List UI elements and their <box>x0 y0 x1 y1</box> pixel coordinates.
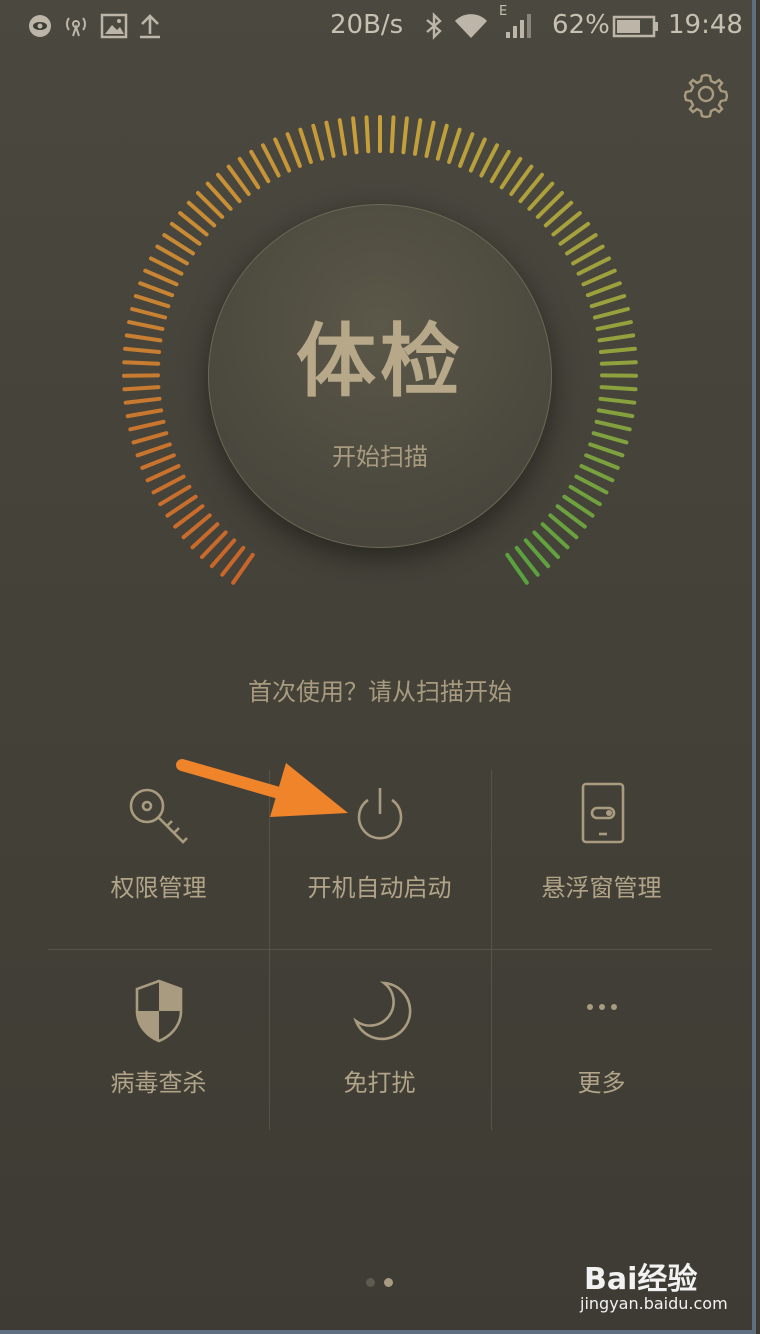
dial-tick <box>592 307 630 320</box>
more-icon <box>586 1004 617 1010</box>
tool-more[interactable]: 更多 <box>491 965 712 1145</box>
dial-tick <box>155 244 189 266</box>
dial-tick <box>576 256 611 276</box>
dial-tick <box>585 281 622 298</box>
dial-tick <box>273 137 292 173</box>
dial-tick <box>589 294 627 309</box>
wifi-icon <box>455 14 487 38</box>
dial-tick <box>595 320 633 331</box>
dial-tick <box>597 333 636 343</box>
scan-button[interactable]: 体检 开始扫描 <box>208 204 552 548</box>
watermark-url: jingyan.baidu.com <box>580 1294 728 1313</box>
dial-tick <box>401 116 409 155</box>
tool-label: 病毒查杀 <box>110 1069 207 1097</box>
dial-tick <box>128 419 166 432</box>
dial-tick <box>424 120 436 158</box>
dial-tick <box>138 281 175 298</box>
dial-tick <box>324 120 336 158</box>
dial-tick <box>145 464 181 483</box>
dial-tick <box>351 116 359 155</box>
dial-tick <box>127 320 165 331</box>
dial-tick <box>123 346 161 354</box>
tool-label: 悬浮窗管理 <box>541 874 662 902</box>
dial-tick <box>598 396 637 405</box>
dial-tick <box>151 474 186 495</box>
dial-tick <box>122 385 161 392</box>
moon-icon <box>352 981 411 1041</box>
image-icon <box>100 13 128 39</box>
dial-tick <box>337 118 347 156</box>
dial-tick <box>599 360 638 366</box>
upload-icon <box>140 14 160 39</box>
dial-tick <box>571 244 605 266</box>
dial-tick <box>413 118 423 156</box>
floating-window-icon <box>581 782 624 844</box>
dial-tick <box>125 408 164 419</box>
network-speed: 20B/s <box>330 10 404 40</box>
dial-tick <box>579 464 615 483</box>
page-dot[interactable] <box>366 1278 375 1287</box>
dial-tick <box>249 149 271 184</box>
dial-tick <box>131 431 169 445</box>
dial-tick <box>458 132 475 168</box>
dial-tick <box>133 294 171 309</box>
annotation-arrow-icon <box>176 759 348 817</box>
screen: 20B/s E 62% 19:48 体检 开始扫描 首次使用？请从扫描开始 权限… <box>0 0 756 1334</box>
dial-tick <box>124 333 163 343</box>
page-indicator <box>360 1278 400 1290</box>
gear-icon[interactable] <box>682 70 730 118</box>
dial-tick <box>596 408 635 419</box>
page-dot-active[interactable] <box>384 1278 393 1287</box>
battery-icon <box>612 15 658 38</box>
dial-tick <box>435 123 449 161</box>
dial-tick <box>135 442 172 458</box>
dial-tick <box>311 123 325 161</box>
dial-tick <box>447 127 462 164</box>
dial-tick <box>364 115 371 154</box>
dial-tick <box>389 115 396 154</box>
tool-label: 更多 <box>577 1069 626 1097</box>
tools-grid: 权限管理 开机自动启动 悬浮窗管理 病毒查杀 免打扰 更多 <box>48 770 712 1130</box>
dial-tick <box>468 137 487 173</box>
dial-tick <box>599 385 638 392</box>
dial-tick <box>298 127 313 164</box>
hotspot-icon <box>66 17 86 37</box>
tool-virus-scan[interactable]: 病毒查杀 <box>48 965 269 1145</box>
dial-tick <box>143 268 179 287</box>
tool-label: 开机自动启动 <box>307 874 452 902</box>
tool-do-not-disturb[interactable]: 免打扰 <box>269 965 490 1145</box>
dial-tick <box>123 396 162 405</box>
shield-icon <box>135 979 182 1043</box>
tool-floating-window[interactable]: 悬浮窗管理 <box>491 770 712 950</box>
dial-tick <box>122 360 161 366</box>
dial-tick <box>594 419 632 432</box>
bluetooth-icon <box>426 12 442 40</box>
tool-label: 免打扰 <box>343 1069 416 1097</box>
watermark: Bai经验 jingyan.baidu.com <box>580 1250 730 1320</box>
dial-tick <box>479 143 499 178</box>
battery-percent: 62% <box>552 10 610 40</box>
dial-tick <box>285 132 302 168</box>
status-bar: 20B/s E 62% 19:48 <box>0 0 752 52</box>
dial-tick <box>261 143 281 178</box>
scan-title: 体检 <box>296 315 464 408</box>
watermark-brand: Bai经验 <box>584 1262 698 1297</box>
dial-tick <box>130 307 168 320</box>
dial-tick <box>149 256 184 276</box>
first-use-hint: 首次使用？请从扫描开始 <box>248 678 512 706</box>
signal-icon <box>506 14 531 38</box>
clock: 19:48 <box>668 10 743 40</box>
tool-label: 权限管理 <box>110 874 207 902</box>
dial-tick <box>574 474 609 495</box>
dial-tick <box>591 431 629 445</box>
dial-tick <box>584 453 620 470</box>
scan-subtitle: 开始扫描 <box>332 443 428 471</box>
dial-tick <box>140 453 176 470</box>
dial-tick <box>588 442 625 458</box>
dial-tick <box>599 346 637 354</box>
dial-tick <box>581 268 617 287</box>
dial-tick <box>489 149 511 184</box>
eye-icon <box>29 15 51 37</box>
